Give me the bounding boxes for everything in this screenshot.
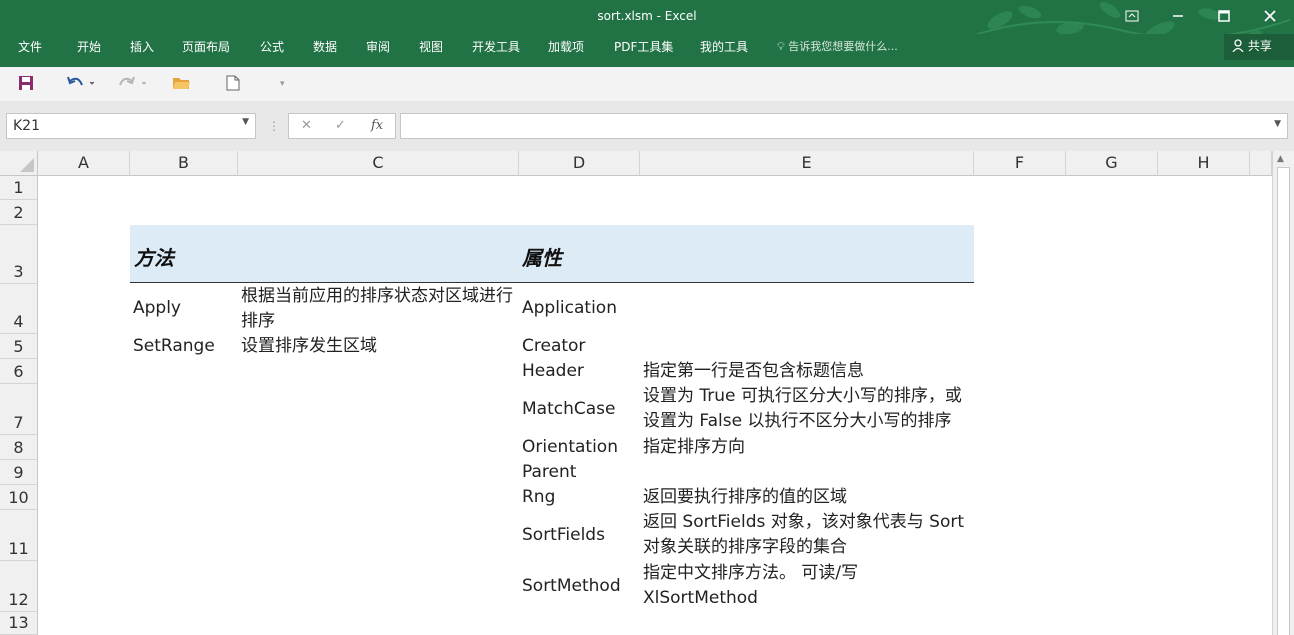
column-header-h[interactable]: H	[1158, 151, 1250, 176]
person-icon	[1232, 39, 1248, 53]
share-label: 共享	[1247, 39, 1272, 53]
name-box[interactable]: K21 ▼	[6, 113, 256, 139]
redo-icon[interactable]	[118, 75, 147, 93]
ribbon-display-options-icon[interactable]	[1120, 6, 1144, 26]
method-desc[interactable]: 设置排序发生区域	[241, 334, 377, 359]
ribbon-tabs: 文件 开始 插入 页面布局 公式 数据 审阅 视图 开发工具 加载项 PDF工具…	[0, 34, 1294, 67]
row-header-11[interactable]: 11	[0, 510, 38, 561]
property-name[interactable]: SortFields	[522, 523, 605, 548]
customize-qat-icon[interactable]: ▾	[280, 79, 285, 97]
row-header-10[interactable]: 10	[0, 485, 38, 510]
row-header-8[interactable]: 8	[0, 435, 38, 460]
maximize-icon[interactable]	[1212, 6, 1236, 26]
column-header-f[interactable]: F	[974, 151, 1066, 176]
title-bar: sort.xlsm - Excel	[0, 0, 1294, 55]
row-header-4[interactable]: 4	[0, 284, 38, 334]
tab-pdf-tools[interactable]: PDF工具集	[614, 38, 673, 55]
column-header-e[interactable]: E	[640, 151, 974, 176]
property-desc[interactable]: 返回要执行排序的值的区域	[643, 485, 847, 510]
property-name[interactable]: Orientation	[522, 435, 618, 460]
row-header-12[interactable]: 12	[0, 561, 38, 612]
property-name[interactable]: SortMethod	[522, 574, 621, 599]
tell-me-box[interactable]: 💡︎ 告诉我您想要做什么...	[777, 38, 898, 54]
tab-developer[interactable]: 开发工具	[472, 38, 520, 55]
row-header-6[interactable]: 6	[0, 359, 38, 384]
tab-view[interactable]: 视图	[419, 38, 443, 55]
name-box-value: K21	[13, 118, 40, 134]
method-name[interactable]: SetRange	[133, 334, 215, 359]
column-header-partial	[1250, 151, 1272, 176]
row-header-9[interactable]: 9	[0, 460, 38, 485]
property-desc[interactable]: 返回 SortFields 对象，该对象代表与 Sort 对象关联的排序字段的集…	[643, 510, 973, 560]
enter-check-icon[interactable]: ✓	[335, 118, 346, 133]
row-header-2[interactable]: 2	[0, 200, 38, 225]
row-header-3[interactable]: 3	[0, 225, 38, 284]
header-methods[interactable]: 方法	[134, 242, 174, 271]
method-desc[interactable]: 根据当前应用的排序状态对区域进行排序	[241, 284, 519, 334]
share-button[interactable]: 共享	[1224, 34, 1294, 60]
tab-home[interactable]: 开始	[77, 38, 101, 55]
new-document-icon[interactable]	[226, 75, 240, 93]
tab-page-layout[interactable]: 页面布局	[182, 38, 230, 55]
column-header-b[interactable]: B	[130, 151, 238, 176]
scroll-thumb[interactable]	[1277, 167, 1290, 635]
row-header-13[interactable]: 13	[0, 612, 38, 635]
insert-function-icon[interactable]: fx	[371, 118, 383, 133]
formula-input[interactable]: ▼	[400, 113, 1288, 139]
formula-bar-area: K21 ▼ ⋮ ✕ ✓ fx ▼	[0, 101, 1294, 151]
tab-insert[interactable]: 插入	[130, 38, 154, 55]
property-name[interactable]: Creator	[522, 334, 585, 359]
tab-formulas[interactable]: 公式	[260, 38, 284, 55]
lightbulb-icon: 💡︎	[777, 40, 785, 53]
tab-file[interactable]: 文件	[18, 38, 42, 55]
quick-access-toolbar: ▾	[0, 67, 1294, 101]
cancel-icon[interactable]: ✕	[301, 118, 312, 133]
undo-icon[interactable]	[66, 75, 95, 93]
property-name[interactable]: Application	[522, 296, 617, 321]
column-header-g[interactable]: G	[1066, 151, 1158, 176]
column-header-a[interactable]: A	[38, 151, 130, 176]
chevron-down-icon[interactable]: ▼	[242, 117, 249, 127]
method-name[interactable]: Apply	[133, 296, 181, 321]
scroll-up-icon[interactable]: ▲	[1277, 154, 1284, 164]
property-name[interactable]: MatchCase	[522, 397, 615, 422]
tab-review[interactable]: 审阅	[366, 38, 390, 55]
property-desc[interactable]: 指定第一行是否包含标题信息	[643, 359, 864, 384]
property-name[interactable]: Parent	[522, 460, 576, 485]
property-desc[interactable]: 指定排序方向	[643, 435, 745, 460]
tab-my-tools[interactable]: 我的工具	[700, 38, 748, 55]
property-name[interactable]: Rng	[522, 485, 555, 510]
property-name[interactable]: Header	[522, 359, 584, 384]
open-folder-icon[interactable]	[172, 75, 190, 93]
formula-bar-grip[interactable]: ⋮	[268, 119, 280, 133]
column-header-d[interactable]: D	[519, 151, 640, 176]
row-header-5[interactable]: 5	[0, 334, 38, 359]
header-properties[interactable]: 属性	[522, 242, 562, 271]
expand-formula-icon[interactable]: ▼	[1274, 119, 1281, 129]
close-icon[interactable]	[1258, 6, 1282, 26]
minimize-icon[interactable]	[1166, 6, 1190, 26]
tell-me-text: 告诉我您想要做什么...	[788, 40, 898, 53]
column-header-c[interactable]: C	[238, 151, 519, 176]
row-header-1[interactable]: 1	[0, 176, 38, 200]
property-desc[interactable]: 指定中文排序方法。 可读/写 XlSortMethod	[643, 561, 943, 611]
vertical-scrollbar[interactable]: ▲	[1272, 151, 1294, 635]
tab-data[interactable]: 数据	[313, 38, 337, 55]
row-header-7[interactable]: 7	[0, 384, 38, 435]
tab-add-ins[interactable]: 加载项	[548, 38, 584, 55]
select-all-button[interactable]	[0, 151, 38, 176]
formula-buttons: ✕ ✓ fx	[288, 113, 396, 139]
save-icon[interactable]	[18, 75, 34, 93]
property-desc[interactable]: 设置为 True 可执行区分大小写的排序，或设置为 False 以执行不区分大小…	[643, 384, 973, 434]
